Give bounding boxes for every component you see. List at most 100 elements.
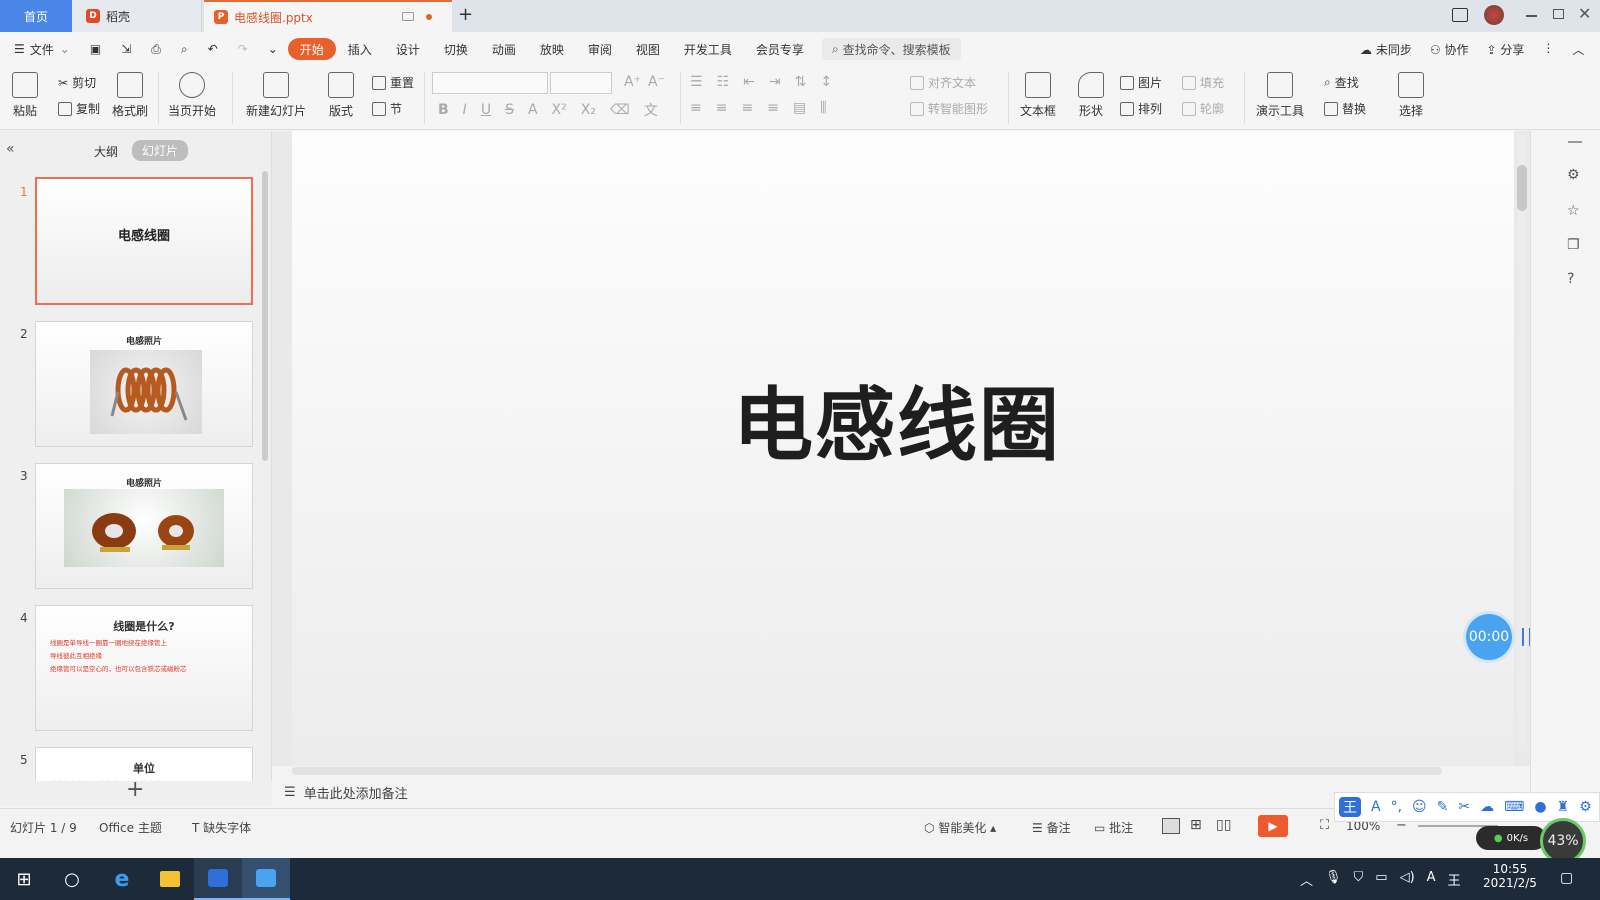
cut-button[interactable]: ✂ 剪切 bbox=[58, 74, 96, 91]
align-right-icon[interactable]: ≡ bbox=[741, 100, 753, 116]
transition-icon[interactable]: ❐ bbox=[1567, 237, 1580, 253]
paste-button[interactable]: 粘贴 bbox=[12, 72, 38, 119]
avatar[interactable] bbox=[1484, 5, 1504, 25]
underline-icon[interactable]: U bbox=[481, 102, 491, 118]
panel-scrollbar[interactable] bbox=[262, 171, 268, 461]
search-icon[interactable]: ○ bbox=[48, 858, 96, 900]
handwrite-icon[interactable]: ✎ bbox=[1437, 799, 1449, 815]
menu-tab-home[interactable]: 开始 bbox=[287, 38, 336, 60]
ime-logo-icon[interactable]: 王 bbox=[1339, 797, 1361, 817]
replace-button[interactable]: 替换 bbox=[1324, 100, 1366, 117]
share-button[interactable]: ⇪ 分享 bbox=[1486, 41, 1524, 58]
cloud-icon[interactable]: ☁ bbox=[1480, 799, 1494, 815]
vertical-scrollbar-thumb[interactable] bbox=[1517, 165, 1527, 211]
shield-icon[interactable]: ⛉ bbox=[1354, 870, 1364, 889]
user-icon[interactable]: ● bbox=[1534, 799, 1546, 815]
fill-button[interactable]: 填充 bbox=[1182, 74, 1224, 91]
picture-button[interactable]: 图片 bbox=[1120, 74, 1162, 91]
horizontal-scrollbar[interactable] bbox=[292, 767, 1442, 775]
volume-icon[interactable]: ◁) bbox=[1400, 870, 1415, 889]
sync-button[interactable]: ☁ 未同步 bbox=[1360, 41, 1412, 58]
star-icon[interactable]: ☆ bbox=[1567, 203, 1580, 219]
collapse-ribbon-icon[interactable]: ︿ bbox=[1572, 41, 1584, 58]
number-list-icon[interactable]: ☷ bbox=[717, 74, 730, 90]
more-icon[interactable]: ⌄ bbox=[258, 38, 288, 60]
presenter-tools-button[interactable]: 演示工具 bbox=[1256, 72, 1304, 119]
distribute-icon[interactable]: ▤ bbox=[793, 100, 806, 116]
align-center-icon[interactable]: ≡ bbox=[716, 100, 728, 116]
strikethrough-icon[interactable]: S bbox=[505, 102, 514, 118]
adjust-icon[interactable]: ⚙ bbox=[1567, 167, 1580, 183]
line-spacing-icon[interactable]: ↕ bbox=[820, 74, 832, 90]
file-explorer-icon[interactable] bbox=[146, 858, 194, 900]
skin-icon[interactable]: ♜ bbox=[1557, 799, 1570, 815]
new-slide-button[interactable]: 新建幻灯片 bbox=[246, 72, 306, 119]
tab-home[interactable]: 首页 bbox=[0, 0, 72, 32]
font-size-select[interactable] bbox=[550, 72, 612, 94]
menu-tab-transition[interactable]: 切换 bbox=[432, 38, 480, 60]
outline-tab[interactable]: 大纲 bbox=[94, 143, 118, 160]
slide-title[interactable]: 电感线圈 bbox=[272, 361, 1522, 477]
menu-tab-animation[interactable]: 动画 bbox=[480, 38, 528, 60]
align-text-button[interactable]: 对齐文本 bbox=[910, 74, 976, 91]
phonetic-icon[interactable]: 文 bbox=[644, 100, 658, 120]
tab-document[interactable]: P 电感线圈.pptx bbox=[204, 0, 452, 32]
menu-tab-insert[interactable]: 插入 bbox=[336, 38, 384, 60]
shape-button[interactable]: 形状 bbox=[1078, 72, 1104, 119]
ie-browser-icon[interactable]: e bbox=[98, 858, 146, 900]
comments-toggle[interactable]: ▭ 批注 bbox=[1094, 819, 1133, 836]
ime-mode-icon[interactable]: A bbox=[1371, 799, 1381, 815]
scissors-icon[interactable]: ✂ bbox=[1458, 799, 1470, 815]
window-icon[interactable] bbox=[402, 12, 414, 21]
notes-toggle[interactable]: ☰ 备注 bbox=[1032, 819, 1071, 836]
format-painter-button[interactable]: 格式刷 bbox=[112, 72, 148, 119]
eraser-icon[interactable]: ⌫ bbox=[610, 102, 630, 118]
ime-app-icon[interactable]: 王 bbox=[1448, 870, 1461, 889]
undo-icon[interactable]: ↶ bbox=[198, 38, 228, 60]
menu-tab-design[interactable]: 设计 bbox=[384, 38, 432, 60]
increase-indent-icon[interactable]: ⇥ bbox=[769, 74, 781, 90]
wps-writer-icon[interactable] bbox=[194, 858, 242, 900]
outline-button[interactable]: 轮廓 bbox=[1182, 100, 1224, 117]
slide-thumbnail-3[interactable]: 电感照片 bbox=[35, 463, 253, 589]
smart-beautify-button[interactable]: ⬡ 智能美化 ▴ bbox=[924, 819, 996, 836]
close-icon[interactable]: ✕ bbox=[1578, 4, 1591, 23]
wps-app-icon[interactable] bbox=[242, 858, 290, 900]
font-name-select[interactable] bbox=[432, 72, 548, 94]
emoji-icon[interactable]: ☺ bbox=[1412, 799, 1427, 815]
sidebar-collapse-icon[interactable] bbox=[1568, 141, 1582, 143]
fit-window-icon[interactable]: ⛶ bbox=[1320, 818, 1329, 833]
layout-button[interactable]: 版式 bbox=[328, 72, 354, 119]
windows-start-icon[interactable]: ⊞ bbox=[0, 858, 48, 900]
chevron-up-icon[interactable]: ︿ bbox=[1300, 870, 1313, 889]
microphone-icon[interactable]: 🎙 bbox=[1325, 870, 1342, 889]
reading-view-icon[interactable]: ▯▯ bbox=[1216, 817, 1231, 833]
section-button[interactable]: 节 bbox=[372, 100, 402, 117]
menu-tab-developer[interactable]: 开发工具 bbox=[672, 38, 744, 60]
settings-icon[interactable]: ⚙ bbox=[1579, 799, 1592, 815]
decrease-indent-icon[interactable]: ⇤ bbox=[743, 74, 755, 90]
collab-button[interactable]: ⚇ 协作 bbox=[1430, 41, 1469, 58]
bullet-list-icon[interactable]: ☰ bbox=[690, 74, 703, 90]
minimize-icon[interactable] bbox=[1526, 15, 1537, 17]
redo-icon[interactable]: ↷ bbox=[228, 38, 258, 60]
slide-thumbnail-2[interactable]: 电感照片 bbox=[35, 321, 253, 447]
columns-icon[interactable]: ⫼ bbox=[820, 100, 826, 116]
new-tab-button[interactable]: + bbox=[458, 4, 473, 25]
font-color-icon[interactable]: A bbox=[528, 102, 538, 118]
menu-tab-review[interactable]: 审阅 bbox=[576, 38, 624, 60]
help-icon[interactable]: ? bbox=[1567, 271, 1574, 287]
slide-thumbnail-4[interactable]: 线圈是什么? 线圈是单导线一圈靠一圈地绕在绝缘管上 导线彼此互相绝缘 绝缘管可以… bbox=[35, 605, 253, 731]
italic-icon[interactable]: I bbox=[463, 102, 467, 118]
preview-icon[interactable]: ⌕ bbox=[171, 38, 198, 60]
textbox-button[interactable]: 文本框 bbox=[1020, 72, 1056, 119]
align-left-icon[interactable]: ≡ bbox=[690, 100, 702, 116]
slides-tab[interactable]: 幻灯片 bbox=[132, 140, 189, 161]
record-timer[interactable]: 00:00 bbox=[1466, 614, 1512, 660]
print-icon[interactable]: ⎙ bbox=[141, 38, 171, 60]
ime-punct-icon[interactable]: °, bbox=[1391, 799, 1402, 815]
export-icon[interactable]: ⇲ bbox=[111, 38, 141, 60]
restore-icon[interactable] bbox=[1553, 9, 1564, 19]
vertical-scrollbar[interactable] bbox=[1517, 135, 1527, 751]
font-grow-icon[interactable]: A⁺ bbox=[624, 74, 641, 90]
